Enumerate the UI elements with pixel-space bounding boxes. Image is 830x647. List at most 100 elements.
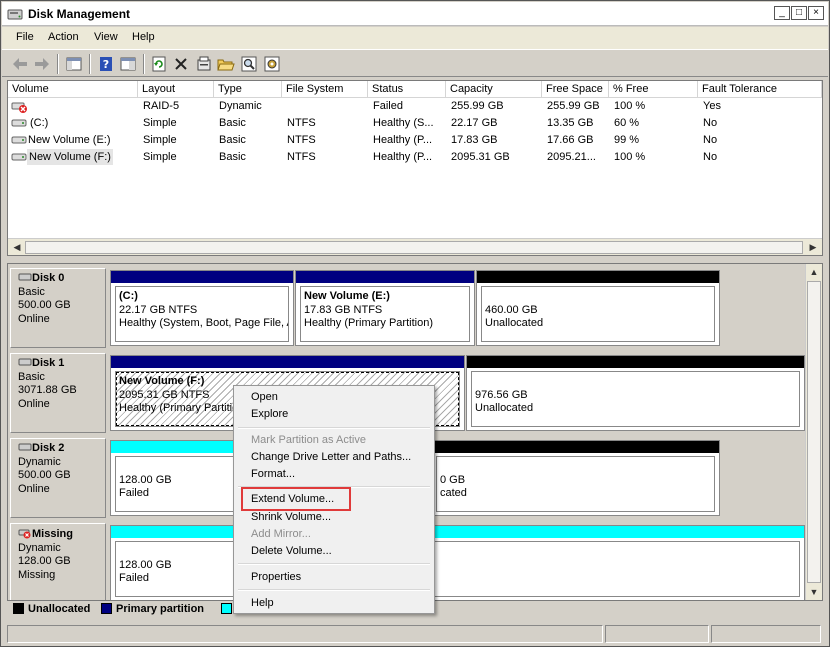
- menu-item-explore[interactable]: Explore: [251, 408, 288, 420]
- partition-title: New Volume (E:): [304, 290, 390, 302]
- partition-status: Healthy (System, Boot, Page File, A: [119, 317, 289, 329]
- cell-volume: (C:): [30, 117, 49, 129]
- table-row[interactable]: (C:) Simple Basic NTFS Healthy (S... 22.…: [8, 115, 822, 132]
- legend-label: Primary partition: [116, 603, 205, 615]
- partition-c[interactable]: (C:) 22.17 GB NTFS Healthy (System, Boot…: [110, 270, 294, 346]
- disk-label[interactable]: Missing Dynamic 128.00 GB Missing: [10, 523, 106, 600]
- delete-icon[interactable]: [171, 54, 191, 74]
- scrollbar-thumb[interactable]: [25, 241, 803, 254]
- partition-bar: [477, 271, 719, 283]
- disk-name: Missing: [32, 528, 73, 540]
- column-header-file-system[interactable]: File System: [282, 81, 368, 98]
- cell-file-system: NTFS: [287, 117, 316, 129]
- properties-pane-icon[interactable]: [118, 54, 138, 74]
- close-button[interactable]: ×: [808, 6, 824, 20]
- cell-status: Healthy (S...: [373, 117, 434, 129]
- partition-size: 460.00 GB: [485, 303, 538, 316]
- cell-layout: Simple: [143, 134, 177, 146]
- partition-e[interactable]: New Volume (E:) 17.83 GB NTFS Healthy (P…: [295, 270, 475, 346]
- partition-info: (C:) 22.17 GB NTFS Healthy (System, Boot…: [115, 286, 289, 342]
- unallocated-partition[interactable]: 0 GB cated: [431, 440, 720, 516]
- cell-capacity: 2095.31 GB: [451, 151, 510, 163]
- column-header-capacity[interactable]: Capacity: [446, 81, 542, 98]
- status-cell: [605, 625, 709, 643]
- menu-item-help[interactable]: Help: [251, 597, 274, 609]
- raid-partition[interactable]: 128.00 GB Failed: [110, 525, 805, 600]
- cell-percent-free: 99 %: [614, 134, 640, 146]
- error-drive-icon: [11, 102, 27, 113]
- disk-size: 128.00 GB: [18, 555, 71, 567]
- column-header-layout[interactable]: Layout: [138, 81, 214, 98]
- cell-free-space: 2095.21...: [547, 151, 596, 163]
- back-arrow-icon[interactable]: [10, 54, 30, 74]
- minimize-button[interactable]: _: [774, 6, 790, 20]
- menu-item-format[interactable]: Format...: [251, 468, 295, 480]
- scrollbar-thumb[interactable]: [807, 281, 821, 583]
- cell-layout: Simple: [143, 151, 177, 163]
- partition-bar: [467, 356, 804, 368]
- status-bar: [7, 625, 823, 643]
- menu-item-properties[interactable]: Properties: [251, 571, 301, 583]
- column-header-fault-tolerance[interactable]: Fault Tolerance: [698, 81, 822, 98]
- menu-view[interactable]: View: [94, 31, 118, 43]
- cell-capacity: 17.83 GB: [451, 134, 498, 146]
- disk-state: Online: [18, 482, 50, 495]
- disk-type: Basic: [18, 285, 45, 298]
- legend-swatch: [221, 603, 232, 614]
- column-header-percent-free[interactable]: % Free: [609, 81, 698, 98]
- menu-file[interactable]: File: [16, 31, 34, 43]
- disk-label[interactable]: Disk 1 Basic 3071.88 GB Online: [10, 353, 106, 433]
- menu-item-change-drive-letter[interactable]: Change Drive Letter and Paths...: [251, 451, 411, 463]
- menu-help[interactable]: Help: [132, 31, 155, 43]
- partition-bar: [432, 441, 719, 453]
- table-row-selected[interactable]: New Volume (F:) Simple Basic NTFS Health…: [8, 149, 822, 166]
- horizontal-scrollbar[interactable]: ◀ ▶: [8, 238, 822, 255]
- scroll-down-arrow-icon[interactable]: ▼: [806, 584, 822, 600]
- menu-item-delete-volume[interactable]: Delete Volume...: [251, 545, 332, 557]
- partition-title: [440, 460, 714, 474]
- menu-separator: [238, 427, 430, 429]
- properties-icon[interactable]: [194, 54, 214, 74]
- forward-arrow-icon[interactable]: [32, 54, 52, 74]
- disk-size: 500.00 GB: [18, 299, 71, 311]
- vertical-scrollbar[interactable]: ▲ ▼: [805, 264, 822, 600]
- table-row[interactable]: New Volume (E:) Simple Basic NTFS Health…: [8, 132, 822, 149]
- partition-status: Unallocated: [475, 402, 534, 414]
- column-header-free-space[interactable]: Free Space: [542, 81, 609, 98]
- cell-layout: Simple: [143, 117, 177, 129]
- open-folder-icon[interactable]: [216, 54, 236, 74]
- disk-size: 500.00 GB: [18, 469, 71, 481]
- show-hide-console-tree-icon[interactable]: [64, 54, 84, 74]
- column-header-type[interactable]: Type: [214, 81, 282, 98]
- scroll-left-arrow-icon[interactable]: ◀: [9, 240, 25, 255]
- maximize-button[interactable]: □: [791, 6, 807, 20]
- partition-title: [119, 545, 799, 559]
- partition-size: 0 GB: [440, 473, 466, 486]
- partition-bar: [111, 356, 464, 368]
- column-header-volume[interactable]: Volume: [8, 81, 138, 98]
- help-icon[interactable]: ?: [96, 54, 116, 74]
- search-icon[interactable]: [239, 54, 259, 74]
- disk-label[interactable]: Disk 2 Dynamic 500.00 GB Online: [10, 438, 106, 518]
- menu-item-extend-volume[interactable]: Extend Volume...: [251, 493, 334, 505]
- disk-icon: [18, 358, 32, 366]
- menu-item-open[interactable]: Open: [251, 391, 278, 403]
- disk-label[interactable]: Disk 0 Basic 500.00 GB Online: [10, 268, 106, 348]
- scroll-right-arrow-icon[interactable]: ▶: [805, 240, 821, 255]
- cell-fault-tolerance: No: [703, 151, 718, 163]
- drive-icon: [11, 136, 27, 144]
- unallocated-partition[interactable]: 976.56 GB Unallocated: [466, 355, 805, 431]
- menu-action[interactable]: Action: [48, 31, 79, 43]
- table-row[interactable]: RAID-5 Dynamic Failed 255.99 GB 255.99 G…: [8, 98, 822, 115]
- menu-item-shrink-volume[interactable]: Shrink Volume...: [251, 511, 331, 523]
- refresh-icon[interactable]: [149, 54, 169, 74]
- settings-icon[interactable]: [262, 54, 282, 74]
- disk-management-app-icon: [7, 9, 23, 20]
- cell-fault-tolerance: No: [703, 134, 718, 146]
- partition-title: [485, 290, 714, 304]
- column-header-status[interactable]: Status: [368, 81, 446, 98]
- scroll-up-arrow-icon[interactable]: ▲: [806, 264, 822, 280]
- unallocated-partition[interactable]: 460.00 GB Unallocated: [476, 270, 720, 346]
- cell-type: Basic: [219, 134, 246, 146]
- cell-status: Failed: [373, 100, 403, 112]
